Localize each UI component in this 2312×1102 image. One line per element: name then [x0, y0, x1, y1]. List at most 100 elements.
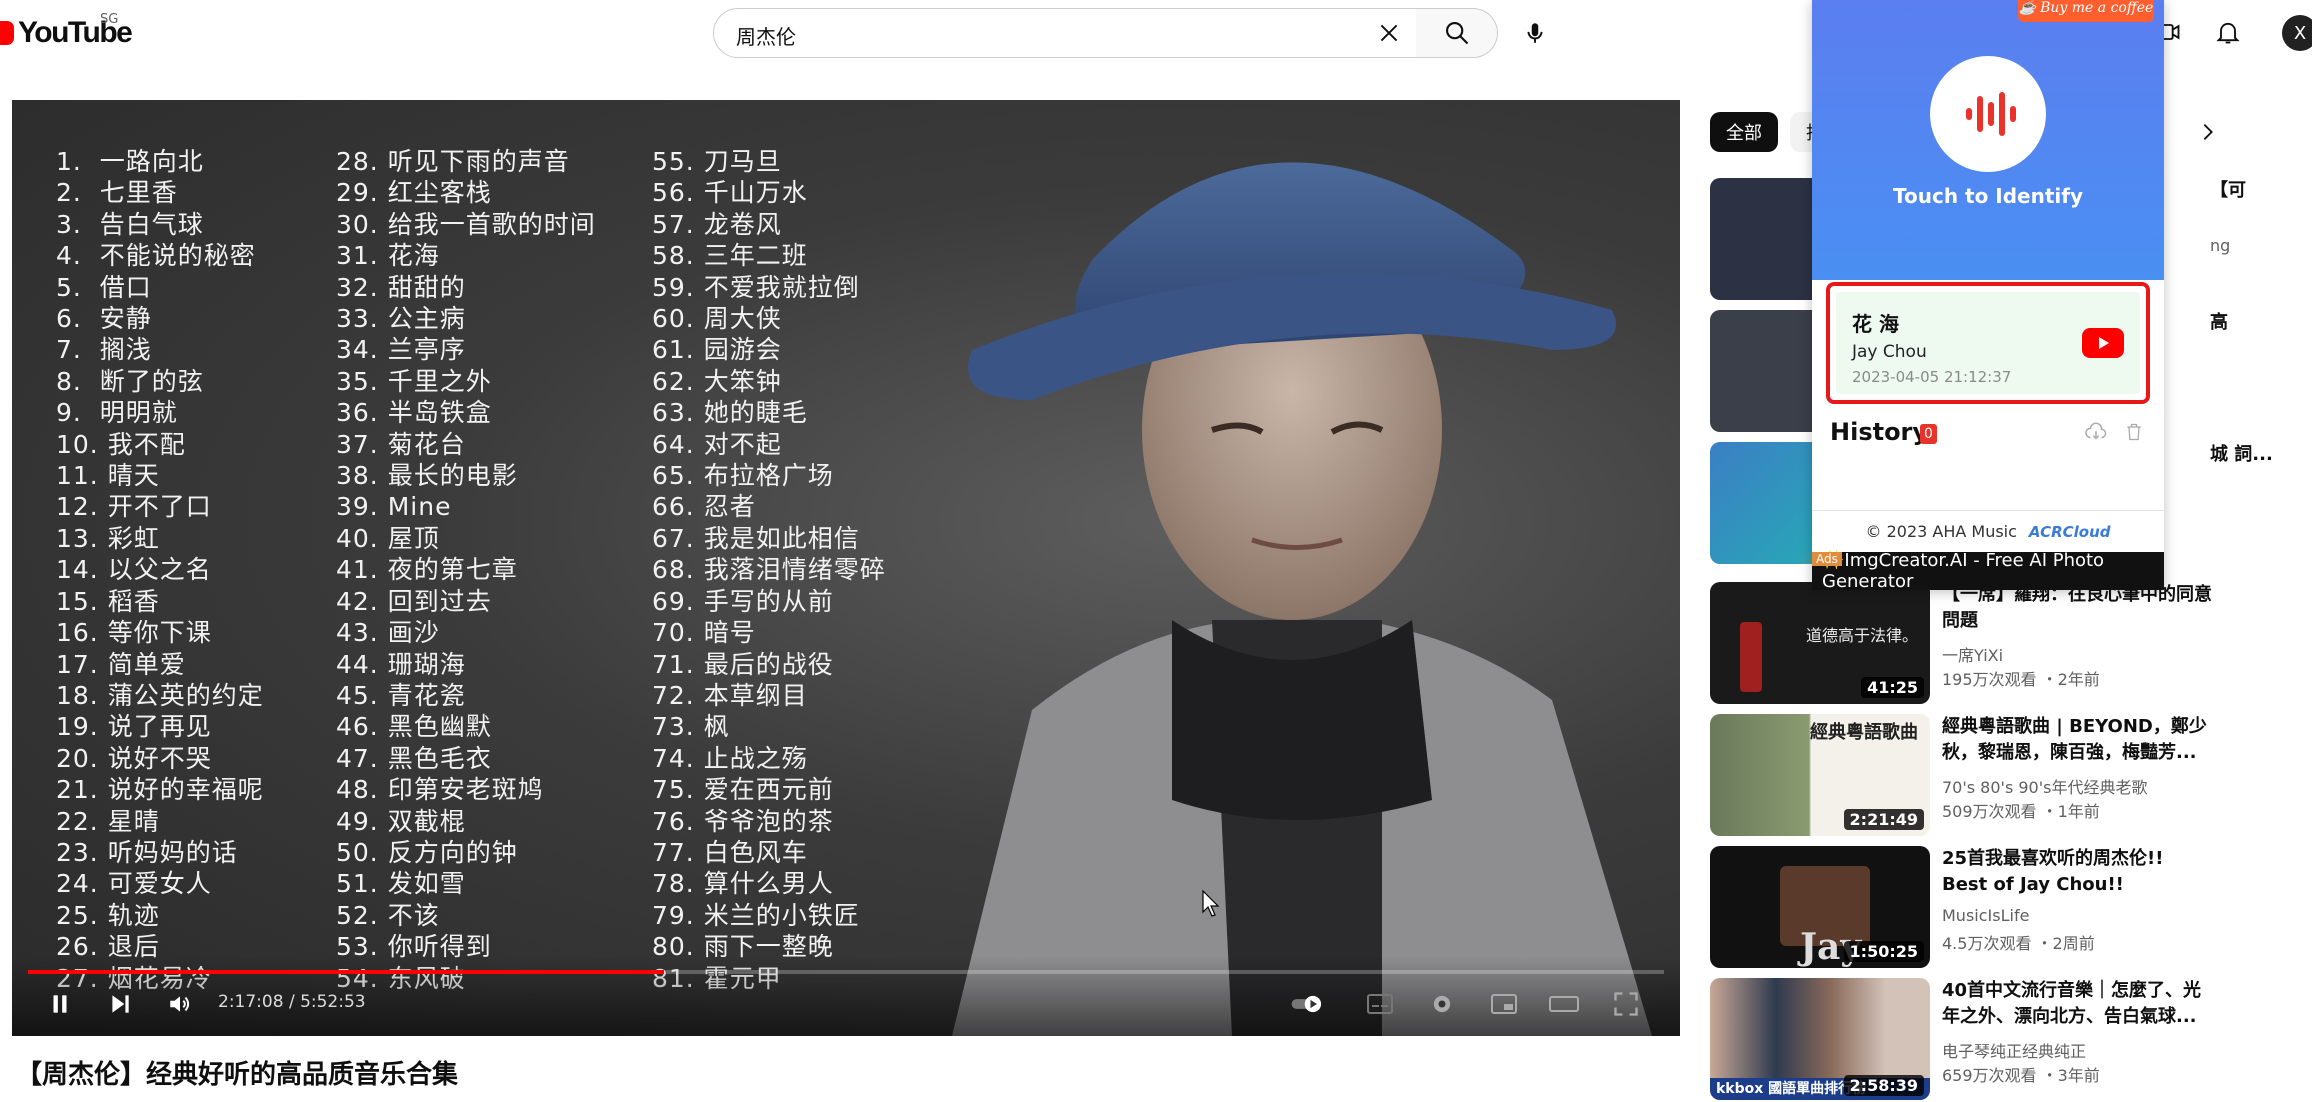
volume-icon: [170, 996, 190, 1012]
list-item[interactable]: 經典粵語歌曲 2:21:49 經典粵語歌曲 | BEYOND，鄭少秋，黎瑞恩，陳…: [1710, 714, 2290, 836]
rec-title[interactable]: 經典粵語歌曲 | BEYOND，鄭少秋，黎瑞恩，陳百強，梅豔芳...: [1942, 714, 2212, 766]
song-entry: 52. 不该: [336, 900, 440, 930]
video-thumbnail[interactable]: 經典粵語歌曲 2:21:49: [1710, 714, 1930, 836]
song-entry: 15. 稻香: [56, 586, 160, 616]
chip-all[interactable]: 全部: [1710, 112, 1778, 152]
song-entry: 16. 等你下课: [56, 618, 212, 648]
player-controls: 2:17:08 / 5:52:53: [12, 956, 1680, 1036]
rec-title[interactable]: 高: [2210, 310, 2290, 336]
song-entry: 21. 说好的幸福呢: [56, 775, 264, 805]
gear-icon: [1433, 995, 1451, 1013]
video-thumbnail[interactable]: 道德高于法律。 41:25: [1710, 582, 1930, 704]
rec-title[interactable]: 城 詞...: [2210, 442, 2290, 468]
avatar[interactable]: X: [2282, 15, 2312, 51]
thumbnail-text: 經典粵語歌曲: [1810, 722, 1918, 743]
voice-search-button[interactable]: [1512, 10, 1558, 56]
list-item[interactable]: 道德高于法律。 41:25 【一席】羅翔：往良心筆中的同意問題 一席YiXi 1…: [1710, 582, 2290, 704]
cloud-download-icon: [2085, 422, 2107, 440]
ad-text: ✨ImgCreator.AI - Free AI Photo Generator: [1822, 550, 2105, 590]
mic-icon: [1527, 23, 1543, 43]
youtube-link-button[interactable]: [2082, 328, 2124, 358]
history-count-badge: 0: [1920, 424, 1937, 444]
song-entry: 25. 轨迹: [56, 900, 160, 930]
identify-button[interactable]: [1930, 56, 2046, 172]
rec-channel[interactable]: 电子琴纯正经典纯正: [1942, 1038, 2086, 1062]
result-inner: 花 海 Jay Chou 2023-04-05 21:12:37: [1836, 292, 2140, 394]
song-entry: 73. 枫: [652, 712, 730, 742]
song-entry: 3. 告白气球: [56, 209, 204, 239]
song-entry: 19. 说了再见: [56, 712, 212, 742]
next-button[interactable]: [102, 986, 138, 1022]
rec-meta: 4.5万次观看 ・2周前: [1942, 934, 2095, 953]
soundwave-icon: [1966, 92, 2016, 136]
result-song-title: 花 海: [1852, 312, 1899, 336]
song-entry: 36. 半岛铁盒: [336, 398, 492, 428]
pause-button[interactable]: [42, 986, 78, 1022]
list-item[interactable]: Jay 1:50:25 25首我最喜欢听的周杰伦!! Best of Jay C…: [1710, 846, 2290, 968]
youtube-logo[interactable]: YouTube SG: [0, 12, 133, 49]
song-entry: 48. 印第安老斑鸠: [336, 775, 544, 805]
result-card[interactable]: 花 海 Jay Chou 2023-04-05 21:12:37: [1826, 282, 2150, 404]
video-thumbnail[interactable]: kkbox 國語單曲排行榜 2:58:39: [1710, 978, 1930, 1100]
song-entry: 77. 白色风车: [652, 837, 808, 867]
song-entry: 64. 对不起: [652, 429, 782, 459]
song-entry: 76. 爷爷泡的茶: [652, 806, 834, 836]
ad-banner[interactable]: ✨ImgCreator.AI - Free AI Photo Generator: [1812, 550, 2164, 590]
search-input[interactable]: 周杰伦: [713, 8, 1417, 58]
miniplayer-button[interactable]: [1486, 986, 1522, 1022]
trash-icon: [2127, 423, 2141, 441]
rec-meta: ng: [2210, 236, 2231, 255]
clear-history-button[interactable]: [2122, 420, 2146, 444]
copyright-text: © 2023 AHA Music: [1865, 522, 2017, 541]
song-entry: 47. 黑色毛衣: [336, 743, 492, 773]
download-history-button[interactable]: [2084, 420, 2108, 444]
progress-fill: [28, 970, 665, 974]
song-entry: 43. 画沙: [336, 618, 440, 648]
song-list-col1: 1. 一路向北 2. 七里香 3. 告白气球 4. 不能说的秘密 5. 借口 6. 安静 7…: [56, 146, 264, 994]
fullscreen-button[interactable]: [1608, 986, 1644, 1022]
song-entry: 49. 双截棍: [336, 806, 466, 836]
volume-button[interactable]: [162, 986, 198, 1022]
clear-icon[interactable]: [1376, 20, 1402, 46]
coffee-icon: ☕: [2018, 0, 2037, 16]
rec-title[interactable]: 25首我最喜欢听的周杰伦!! Best of Jay Chou!!: [1942, 846, 2212, 898]
acrcloud-logo[interactable]: ACRCloud: [2029, 523, 2111, 541]
fullscreen-icon: [1614, 992, 1638, 1016]
song-list-col2: 28. 听见下雨的声音 29. 红尘客栈 30. 给我一首歌的时间 31. 花海 32.…: [336, 146, 596, 994]
song-entry: 6. 安静: [56, 304, 152, 334]
time-display: 2:17:08 / 5:52:53: [218, 992, 366, 1012]
song-entry: 4. 不能说的秘密: [56, 241, 256, 271]
rec-title[interactable]: 40首中文流行音樂｜怎麼了、光年之外、漂向北方、告白氣球...: [1942, 978, 2212, 1030]
notifications-button[interactable]: [2210, 14, 2246, 50]
rec-channel[interactable]: 70's 80's 90's年代经典老歌: [1942, 774, 2147, 798]
video-title: 【周杰伦】经典好听的高品质音乐合集: [16, 1060, 459, 1090]
progress-bar[interactable]: [28, 970, 1664, 974]
rec-meta: 659万次观看 ・3年前: [1942, 1066, 2100, 1085]
song-entry: 31. 花海: [336, 241, 440, 271]
song-entry: 1. 一路向北: [56, 147, 204, 176]
song-entry: 33. 公主病: [336, 304, 466, 334]
song-entry: 45. 青花瓷: [336, 680, 466, 710]
rec-channel[interactable]: 一席YiXi: [1942, 642, 2003, 666]
subtitles-button[interactable]: [1362, 986, 1398, 1022]
chips-next-button[interactable]: [2190, 114, 2226, 150]
list-item[interactable]: kkbox 國語單曲排行榜 2:58:39 40首中文流行音樂｜怎麼了、光年之外…: [1710, 978, 2290, 1100]
rec-channel[interactable]: MusicIsLife: [1942, 906, 2029, 925]
result-artist: Jay Chou: [1852, 342, 1927, 362]
theater-icon: [1549, 996, 1579, 1012]
video-player[interactable]: 1. 一路向北 2. 七里香 3. 告白气球 4. 不能说的秘密 5. 借口 6. 安静 7…: [12, 100, 1680, 1036]
autoplay-icon: [1291, 995, 1322, 1013]
song-list-col3: 55. 刀马旦 56. 千山万水 57. 龙卷风 58. 三年二班 59. 不爱我就拉倒…: [652, 146, 886, 994]
miniplayer-icon: [1491, 994, 1517, 1014]
autoplay-toggle[interactable]: [1290, 986, 1326, 1022]
theater-mode-button[interactable]: [1546, 986, 1582, 1022]
settings-button[interactable]: [1424, 986, 1460, 1022]
rec-title[interactable]: 【可: [2210, 178, 2290, 204]
search-button[interactable]: [1416, 8, 1498, 58]
next-icon: [112, 995, 129, 1013]
rec-meta: 195万次观看 ・2年前: [1942, 670, 2100, 689]
song-entry: 44. 珊瑚海: [336, 649, 466, 679]
video-thumbnail[interactable]: Jay 1:50:25: [1710, 846, 1930, 968]
song-entry: 24. 可爱女人: [56, 869, 212, 899]
buy-coffee-button[interactable]: ☕ Buy me a coffee: [2018, 0, 2154, 22]
